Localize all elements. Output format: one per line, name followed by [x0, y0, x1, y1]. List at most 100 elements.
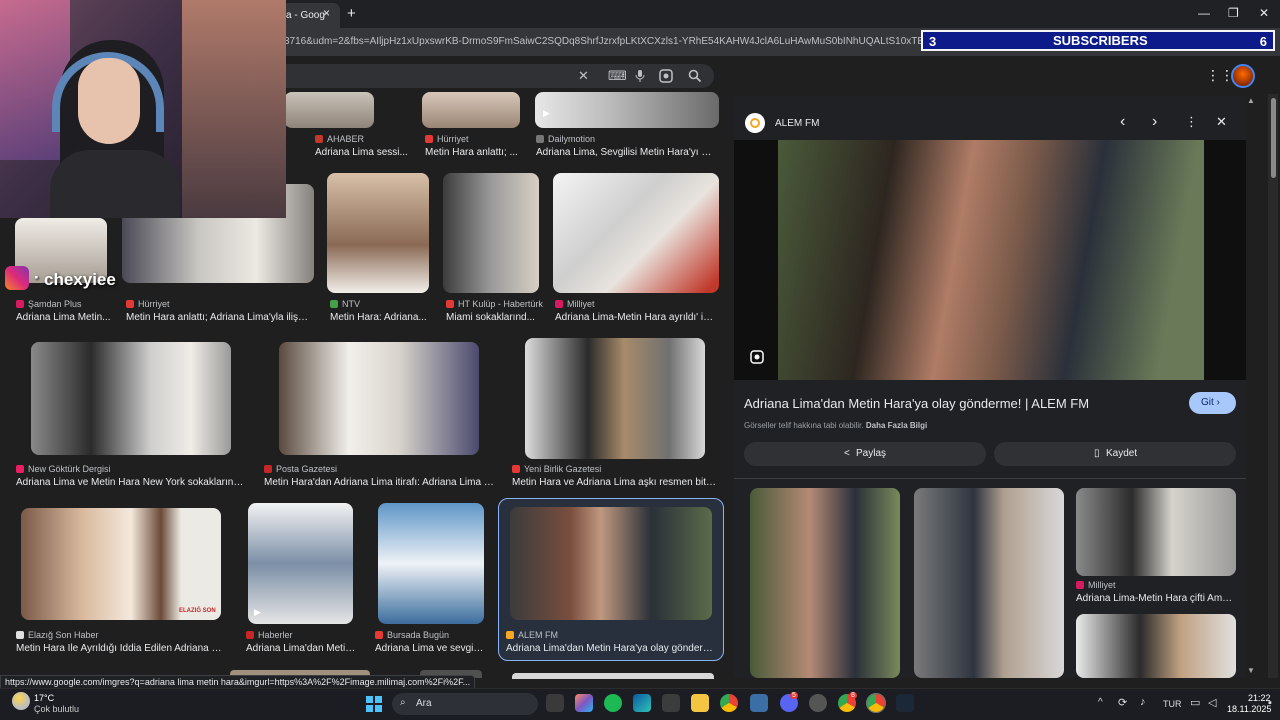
save-label: Kaydet [1106, 448, 1138, 459]
tray-app-icon[interactable]: ⟳ [1118, 696, 1127, 709]
share-icon: < [844, 448, 850, 459]
result-caption[interactable]: Adriana Lima Metin... [16, 312, 112, 323]
result-caption[interactable]: Metin Hara İle Ayrıldığı İddia Edilen Ad… [16, 643, 226, 654]
source-favicon [745, 113, 765, 133]
search-icon[interactable] [688, 69, 702, 83]
chrome-active-icon[interactable] [866, 693, 886, 713]
share-button[interactable]: < Paylaş [744, 442, 986, 466]
new-tab-button[interactable]: + [347, 5, 356, 22]
notification-icon[interactable]: ▪ [1268, 697, 1272, 709]
page-scrollbar[interactable] [1268, 94, 1278, 678]
steam-icon[interactable] [896, 694, 914, 712]
result-thumb[interactable] [510, 507, 712, 620]
result-thumb[interactable] [378, 503, 484, 624]
result-thumb[interactable] [512, 673, 714, 679]
result-caption[interactable]: Metin Hara'dan Adriana Lima itirafı: Adr… [264, 477, 494, 488]
weather-temp[interactable]: 17°C [34, 693, 54, 703]
result-thumb[interactable] [422, 92, 520, 128]
result-thumb[interactable] [279, 342, 479, 455]
clock-date[interactable]: 18.11.2025 [1227, 704, 1271, 714]
close-panel-icon[interactable]: ✕ [1216, 114, 1227, 130]
related-thumb[interactable] [750, 488, 900, 678]
instagram-handle: chexyiee [44, 270, 116, 289]
image-title[interactable]: Adriana Lima'dan Metin Hara'ya olay gönd… [744, 396, 1089, 411]
edge-icon[interactable] [633, 694, 651, 712]
result-caption[interactable]: Adriana Lima ve Metin Hara New York soka… [16, 477, 246, 488]
result-thumb[interactable]: ▶ [248, 503, 353, 624]
lens-icon[interactable] [659, 69, 673, 83]
result-thumb[interactable]: ELAZIĞ SON [21, 508, 221, 620]
language-indicator[interactable]: TUR [1163, 699, 1182, 709]
spotify-icon[interactable] [604, 694, 622, 712]
app-icon[interactable] [809, 694, 827, 712]
tab-close-icon[interactable]: × [323, 6, 330, 20]
previous-icon[interactable]: ‹ [1120, 113, 1125, 131]
lens-search-icon[interactable] [750, 350, 764, 364]
tray-expand-icon[interactable]: ^ [1098, 697, 1103, 708]
preview-image[interactable] [778, 140, 1204, 380]
taskbar-search[interactable]: ⌕ Ara [392, 693, 538, 715]
result-source: Hürriyet [126, 299, 170, 309]
restore-icon[interactable]: ❐ [1228, 6, 1239, 20]
result-thumb[interactable] [284, 92, 374, 128]
result-thumb[interactable] [31, 342, 231, 455]
volume-icon[interactable]: ◁ [1208, 696, 1216, 709]
file-explorer-icon[interactable] [691, 694, 709, 712]
result-source: Haberler [246, 630, 293, 640]
result-caption[interactable]: Adriana Lima ve sevgili... [375, 643, 485, 654]
panel-scroll-down-icon[interactable]: ▼ [1247, 666, 1255, 675]
more-info-link[interactable]: Daha Fazla Bilgi [866, 421, 927, 430]
visit-button[interactable]: Git › [1189, 392, 1236, 414]
result-thumb[interactable] [327, 173, 429, 293]
webcam-overlay [0, 0, 286, 218]
microphone-tray-icon[interactable]: ♪ [1140, 696, 1146, 708]
weather-icon[interactable] [12, 692, 30, 710]
result-thumb[interactable] [553, 173, 719, 293]
result-caption[interactable]: Adriana Lima'dan Metin... [246, 643, 356, 654]
clear-search-icon[interactable]: ✕ [578, 68, 589, 84]
windows-start-icon[interactable] [366, 696, 382, 712]
related-thumb[interactable] [1076, 488, 1236, 576]
close-window-icon[interactable]: ✕ [1259, 6, 1269, 20]
profile-avatar[interactable] [1231, 64, 1255, 88]
result-thumb[interactable]: ▶ [535, 92, 719, 128]
panel-scroll-up-icon[interactable]: ▲ [1247, 96, 1255, 105]
chrome-icon[interactable] [720, 694, 738, 712]
result-caption[interactable]: Metin Hara anlattı; ... [425, 147, 525, 158]
result-caption[interactable]: Adriana Lima-Metin Hara ayrıldı' id... [555, 312, 715, 323]
related-caption[interactable]: Adriana Lima-Metin Hara çifti Amer... [1076, 593, 1236, 604]
microphone-icon[interactable] [634, 69, 646, 83]
result-source: AHABER [315, 134, 364, 144]
store-icon[interactable] [662, 694, 680, 712]
task-view-icon[interactable] [546, 694, 564, 712]
result-caption[interactable]: Metin Hara anlattı; Adriana Lima'yla ili… [126, 312, 310, 323]
related-thumb[interactable] [1076, 614, 1236, 678]
scrollbar-thumb[interactable] [1271, 98, 1276, 178]
keyboard-icon[interactable]: ⌨ [608, 68, 627, 84]
source-name[interactable]: ALEM FM [775, 118, 819, 129]
result-caption[interactable]: Metin Hara: Adriana... [330, 312, 430, 323]
result-caption[interactable]: Adriana Lima sessi... [315, 147, 415, 158]
copilot-icon[interactable] [575, 694, 593, 712]
result-caption[interactable]: Adriana Lima, Sevgilisi Metin Hara'yı Ö.… [536, 147, 716, 158]
related-thumb[interactable] [914, 488, 1064, 678]
active-tab[interactable]: a - Goog [282, 3, 340, 28]
minimize-icon[interactable]: — [1198, 6, 1210, 20]
next-icon[interactable]: › [1152, 113, 1157, 131]
network-icon[interactable]: ▭ [1190, 696, 1200, 709]
result-caption[interactable]: Miami sokaklarınd... [446, 312, 544, 323]
subscriber-count: 3 [929, 34, 937, 49]
streamer-body [50, 150, 180, 218]
save-button[interactable]: ▯ Kaydet [994, 442, 1236, 466]
play-icon: ▶ [543, 108, 550, 118]
search-box[interactable]: ✕ ⌨ [270, 64, 714, 88]
result-thumb[interactable] [443, 173, 539, 293]
weather-desc[interactable]: Çok bulutlu [34, 704, 79, 714]
result-caption[interactable]: Adriana Lima'dan Metin Hara'ya olay gönd… [506, 643, 716, 654]
preview-image-frame[interactable] [734, 140, 1246, 380]
more-options-icon[interactable]: ⋮ [1185, 114, 1198, 130]
result-caption[interactable]: Metin Hara ve Adriana Lima aşkı resmen b… [512, 477, 718, 488]
url-text[interactable]: 3716&udm=2&fbs=AIljpHz1xUpxswrKB-DrmoS9F… [284, 36, 924, 47]
result-thumb[interactable] [525, 338, 705, 459]
app-icon[interactable] [750, 694, 768, 712]
